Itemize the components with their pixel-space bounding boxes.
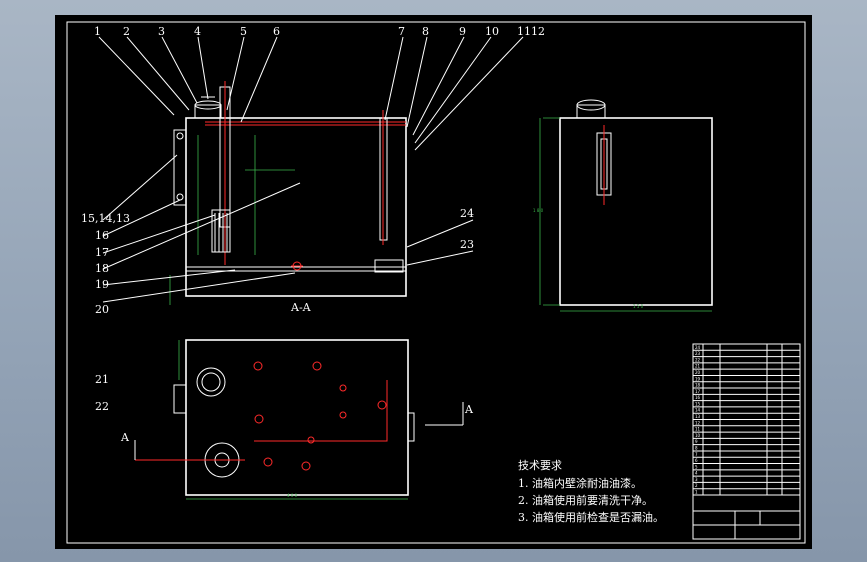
drawing-sheet: 1 2 3 4 5 6 7 8 9 10 1112 15,14,13 16 17… xyxy=(55,15,812,549)
cad-drawing: 1 2 3 4 5 6 7 8 9 10 1112 15,14,13 16 17… xyxy=(66,21,806,544)
bom-row-number: 1 xyxy=(695,490,698,495)
title-block: 242322212019181716151413121110987654321 xyxy=(692,343,801,540)
bom-row-number: 10 xyxy=(695,433,701,438)
bom-row-number: 2 xyxy=(695,483,698,488)
callout-4: 4 xyxy=(194,25,201,38)
tank-body-section xyxy=(185,117,407,297)
callout-19: 19 xyxy=(95,278,109,291)
callout-21: 21 xyxy=(95,373,109,386)
bom-row-number: 5 xyxy=(695,464,698,469)
callout-16: 16 xyxy=(95,229,109,242)
bom-row-number: 21 xyxy=(695,364,701,369)
tech-requirements: 技术要求 1. 油箱内壁涂耐油油漆。 2. 油箱使用前要清洗干净。 3. 油箱使… xyxy=(518,459,664,524)
bom-row-number: 13 xyxy=(695,414,701,419)
svg-text:1 8 0: 1 8 0 xyxy=(533,208,544,213)
callout-17: 17 xyxy=(95,246,109,259)
svg-text:4 0 0: 4 0 0 xyxy=(287,493,298,498)
section-view xyxy=(98,36,524,305)
bom-row-number: 18 xyxy=(695,383,701,388)
bom-row-number: 8 xyxy=(695,445,698,450)
bom-row-number: 12 xyxy=(695,420,701,425)
section-arrow-a-left: A xyxy=(120,431,130,444)
section-arrow-a-right: A xyxy=(464,403,474,416)
callout-24: 24 xyxy=(460,207,474,220)
bom-row-number: 4 xyxy=(695,471,698,476)
side-view: 1 8 0 1 5 0 xyxy=(533,99,713,312)
bom-row-number: 9 xyxy=(695,439,698,444)
tech-item-2: 2. 油箱使用前要清洗干净。 xyxy=(518,493,653,507)
tech-item-3: 3. 油箱使用前检查是否漏油。 xyxy=(518,510,664,524)
callout-23: 23 xyxy=(460,238,474,251)
callout-2: 2 xyxy=(123,25,130,38)
bom-row-number: 19 xyxy=(695,376,701,381)
callout-7: 7 xyxy=(398,25,405,38)
bom-row-number: 14 xyxy=(695,408,701,413)
callout-15-14-13: 15,14,13 xyxy=(81,212,130,225)
bom-row-number: 3 xyxy=(695,477,698,482)
tech-item-1: 1. 油箱内壁涂耐油油漆。 xyxy=(518,476,642,490)
bom-row-number: 11 xyxy=(695,427,701,432)
bom-row-number: 20 xyxy=(695,370,701,375)
bom-row-number: 22 xyxy=(695,357,701,362)
bom-row-number: 17 xyxy=(695,389,701,394)
bom-row-number: 24 xyxy=(695,345,701,350)
callout-18: 18 xyxy=(95,262,109,275)
bom-row-number: 7 xyxy=(695,452,698,457)
section-label: A-A xyxy=(290,301,312,314)
callout-11-12: 1112 xyxy=(517,25,545,38)
top-view: 4 0 0 A A xyxy=(120,339,474,500)
callout-1: 1 xyxy=(94,25,101,38)
callout-10: 10 xyxy=(485,25,499,38)
bom-row-number: 16 xyxy=(695,395,701,400)
callout-8: 8 xyxy=(422,25,429,38)
bom-row-number: 6 xyxy=(695,458,698,463)
tech-title: 技术要求 xyxy=(518,459,562,472)
callout-3: 3 xyxy=(158,25,165,38)
callout-6: 6 xyxy=(273,25,280,38)
bom-row-number: 15 xyxy=(695,401,701,406)
callout-labels: 1 2 3 4 5 6 7 8 9 10 1112 15,14,13 16 17… xyxy=(81,25,545,413)
callout-20: 20 xyxy=(95,303,109,316)
tank-side-outline xyxy=(559,117,713,306)
bom-row-number: 23 xyxy=(695,351,701,356)
callout-22: 22 xyxy=(95,400,109,413)
callout-9: 9 xyxy=(459,25,466,38)
callout-5: 5 xyxy=(240,25,247,38)
svg-text:1 5 0: 1 5 0 xyxy=(633,304,644,309)
tank-top-outline xyxy=(185,339,409,496)
